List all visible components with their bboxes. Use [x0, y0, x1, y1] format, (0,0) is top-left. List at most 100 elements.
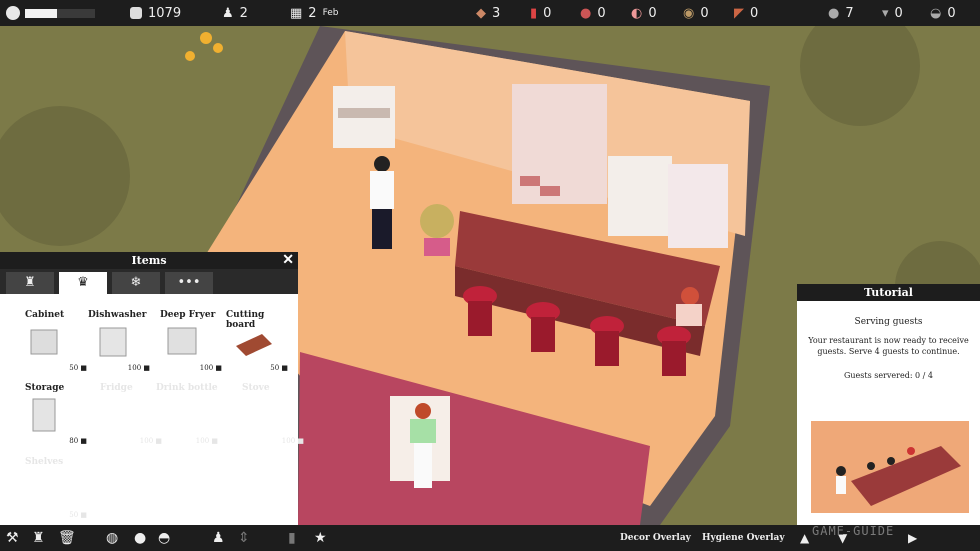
coin-icon [130, 7, 142, 19]
tutorial-body: Your restaurant is now ready to receive … [808, 336, 969, 356]
item-name: Deep Fryer [160, 310, 216, 320]
ingredient-bread[interactable]: ◉ 0 [683, 0, 709, 26]
oven[interactable] [333, 86, 395, 148]
plate-icon: ● [828, 5, 840, 21]
ingredient-count: 0 [700, 5, 709, 21]
staff-counter: ♟ 2 [222, 0, 248, 26]
tab-more[interactable]: ••• [165, 272, 213, 294]
ingredient-count: 0 [648, 5, 657, 21]
happiness-bar [25, 9, 95, 18]
cabinet-icon [30, 329, 58, 355]
tab-decor[interactable]: ❄ [112, 272, 160, 294]
star-icon[interactable]: ★ [314, 525, 327, 551]
month-value: Feb [322, 8, 339, 18]
ingredient-steak[interactable]: ● 0 [580, 0, 606, 26]
tab-furniture[interactable]: ♜ [6, 272, 54, 294]
bowl-icon: ◒ [930, 5, 942, 21]
tutorial-panel: Tutorial Serving guests Your restaurant … [797, 284, 980, 525]
dishwasher-icon [99, 327, 127, 357]
storage-shelf-icon [32, 398, 56, 432]
play-icon[interactable]: ▶ [908, 525, 917, 551]
decor-overlay-button[interactable]: Decor Overlay [620, 525, 691, 551]
stool[interactable] [463, 286, 497, 336]
drumstick-icon: ◤ [734, 5, 744, 21]
tutorial-progress: Guests servered: 0 / 4 [843, 371, 934, 380]
rotate-up-icon[interactable]: ▲ [800, 525, 809, 551]
item-price: 100 ■ [127, 364, 150, 372]
deep-fryer[interactable] [608, 156, 672, 236]
tutorial-heading: Serving guests [854, 317, 923, 327]
item-drink-locked: Drink bottle 100 ■ [156, 383, 222, 449]
item-cutting-board[interactable]: Cutting board 50 ■ [226, 310, 292, 376]
close-icon[interactable]: ✕ [282, 252, 294, 269]
item-deep-fryer[interactable]: Deep Fryer 100 ■ [160, 310, 226, 376]
calendar-icon: ▦ [290, 5, 303, 21]
trash-icon[interactable]: 🗑 [58, 525, 76, 551]
stool[interactable] [657, 326, 691, 376]
dish-count: 0 [894, 5, 903, 21]
fish-icon: ◐ [631, 5, 643, 21]
item-shelves-locked: Shelves 50 ■ [25, 457, 91, 523]
cloche-icon[interactable]: ◓ [158, 525, 170, 551]
fridge[interactable] [668, 164, 728, 248]
ingredient-count: 0 [597, 5, 606, 21]
storage-shelf[interactable] [512, 84, 607, 204]
item-storage[interactable]: Storage 80 ■ [25, 383, 91, 449]
plate-icon[interactable]: ◍ [106, 525, 118, 551]
item-price: 50 ■ [270, 364, 288, 372]
item-price: 50 ■ [69, 511, 87, 519]
stats-icon[interactable]: ▮ [288, 525, 296, 551]
cutting-board-icon [236, 334, 272, 356]
happiness-icon [6, 6, 20, 20]
tutorial-preview-image [811, 421, 969, 513]
ingredient-count: 3 [492, 5, 501, 21]
item-name: Drink bottle [156, 383, 218, 393]
items-panel: Items ✕ ♜ ♛ ❄ ••• Cabinet 50 ■ Dishwashe… [0, 252, 304, 525]
items-panel-title: Items [131, 254, 167, 267]
item-name: Storage [25, 383, 65, 393]
date-display: ▦ 2 Feb [290, 0, 339, 26]
ingredient-drumstick[interactable]: ◤ 0 [734, 0, 758, 26]
ingredient-count: 0 [543, 5, 552, 21]
stool[interactable] [590, 316, 624, 366]
staff-value: 2 [239, 5, 248, 21]
steak-icon: ● [580, 5, 592, 21]
item-price: 100 ■ [199, 364, 222, 372]
more-icon: ••• [177, 275, 201, 290]
ingredient-fish[interactable]: ◐ 0 [631, 0, 657, 26]
ingredient-drink[interactable]: ▮ 0 [530, 0, 551, 26]
items-tabs: ♜ ♛ ❄ ••• [0, 269, 298, 294]
dish-glass[interactable]: ▾ 0 [882, 0, 903, 26]
staff-icon[interactable]: ♟ [212, 525, 225, 551]
chef-hat-icon: ♛ [77, 275, 89, 290]
can-icon: ▮ [530, 5, 538, 21]
snowflake-icon: ❄ [130, 275, 142, 290]
meat-icon: ◆ [476, 5, 486, 21]
ingredient-count: 0 [750, 5, 759, 21]
potted-plant[interactable] [420, 204, 454, 256]
item-name: Cabinet [25, 310, 65, 320]
bread-icon: ◉ [683, 5, 695, 21]
person-icon: ♟ [222, 5, 234, 21]
item-name: Stove [242, 383, 270, 393]
day-value: 2 [308, 5, 317, 21]
item-dishwasher[interactable]: Dishwasher 100 ■ [88, 310, 154, 376]
dish-bowl[interactable]: ◒ 0 [930, 0, 956, 26]
tutorial-title: Tutorial [797, 284, 980, 301]
apple-icon[interactable]: ● [134, 525, 146, 551]
item-stove-locked: Stove 100 ■ [242, 383, 308, 449]
ingredient-meat[interactable]: ◆ 3 [476, 0, 500, 26]
money-counter: 1079 [130, 0, 181, 26]
chair-icon: ♜ [24, 275, 36, 290]
chair-icon[interactable]: ♜ [32, 525, 45, 551]
staff-move-icon[interactable]: ⇕ [238, 525, 250, 551]
stool[interactable] [526, 302, 560, 352]
hammer-icon[interactable]: ⚒ [6, 525, 19, 551]
item-cabinet[interactable]: Cabinet 50 ■ [25, 310, 91, 376]
item-name: Shelves [25, 457, 64, 467]
dish-count: 7 [845, 5, 854, 21]
item-name: Dishwasher [88, 310, 147, 320]
tab-kitchen[interactable]: ♛ [59, 272, 107, 294]
hygiene-overlay-button[interactable]: Hygiene Overlay [702, 525, 785, 551]
dish-plate[interactable]: ● 7 [828, 0, 854, 26]
